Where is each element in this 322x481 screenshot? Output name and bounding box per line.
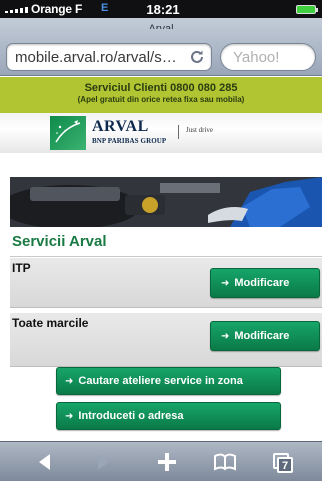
add-bookmark-button[interactable] [143, 442, 193, 481]
modify-button-itp[interactable]: ➜ Modificare [210, 268, 320, 298]
url-field[interactable]: mobile.arval.ro/arval/s… [6, 43, 212, 71]
modify-button-brands[interactable]: ➜ Modificare [210, 321, 320, 351]
brand-name: ARVAL [92, 118, 149, 135]
logo-header: ARVAL BNP PARIBAS GROUP Just drive [0, 113, 322, 153]
arrow-right-icon: ➜ [65, 376, 74, 387]
battery-icon [296, 5, 318, 14]
customer-service-note: (Apel gratuit din orice retea fixa sau m… [77, 95, 245, 104]
search-workshops-label: Cautare ateliere service in zona [78, 375, 243, 387]
brand-group: BNP PARIBAS GROUP [92, 137, 167, 145]
arrow-right-icon: ➜ [221, 331, 230, 342]
network-type: E [101, 2, 109, 14]
row-label-itp: ITP [12, 261, 31, 275]
tabs-button[interactable]: 7 [258, 442, 308, 481]
reload-icon[interactable] [189, 49, 205, 65]
row-label-brands: Toate marcile [12, 316, 89, 330]
forward-button[interactable] [79, 442, 129, 481]
enter-address-button[interactable]: ➜ Introduceti o adresa [56, 402, 281, 430]
book-icon [214, 453, 236, 471]
url-text[interactable]: mobile.arval.ro/arval/s… [15, 49, 181, 66]
browser-address-bar: Arval mobile.arval.ro/arval/s… [0, 18, 322, 76]
status-time: 18:21 [146, 2, 180, 17]
carrier-name: Orange F [31, 2, 83, 16]
arrow-right-icon: ➜ [221, 278, 230, 289]
forward-arrow-icon [98, 454, 109, 470]
hero-image-mechanic [10, 177, 322, 227]
page-title: Arval [148, 23, 174, 29]
back-arrow-icon [39, 454, 50, 470]
enter-address-label: Introduceti o adresa [78, 410, 184, 422]
back-button[interactable] [21, 442, 71, 481]
modify-button-label: Modificare [234, 277, 290, 289]
bookmarks-button[interactable] [200, 442, 250, 481]
customer-service-banner[interactable]: Serviciul Clienti 0800 080 285 (Apel gra… [0, 77, 322, 113]
modify-button-label: Modificare [234, 330, 290, 342]
signal-strength-icon [5, 7, 29, 13]
status-bar: Orange F E 18:21 [0, 0, 322, 18]
browser-toolbar: 7 [0, 441, 322, 481]
search-workshops-button[interactable]: ➜ Cautare ateliere service in zona [56, 367, 281, 395]
service-row-itp: ITP ➜ Modificare [10, 258, 322, 308]
search-field[interactable] [220, 43, 316, 71]
tabs-icon: 7 [273, 453, 293, 473]
arval-logo-icon[interactable] [50, 116, 86, 150]
section-divider [10, 256, 322, 257]
brand-tagline: Just drive [186, 126, 214, 134]
tab-count: 7 [282, 460, 288, 472]
service-row-brands: Toate marcile ➜ Modificare [10, 313, 322, 367]
logo-divider [178, 125, 179, 139]
plus-icon [158, 453, 176, 471]
search-input[interactable] [233, 49, 309, 66]
section-title: Servicii Arval [12, 233, 107, 250]
customer-service-phone[interactable]: Serviciul Clienti 0800 080 285 [0, 77, 322, 94]
arrow-right-icon: ➜ [65, 411, 74, 422]
